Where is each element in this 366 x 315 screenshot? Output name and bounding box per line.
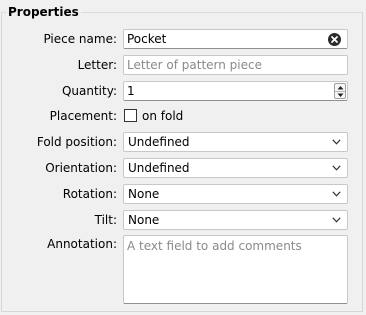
spin-up-button[interactable]	[335, 84, 345, 91]
piece-name-label: Piece name:	[43, 32, 117, 46]
properties-panel: Properties Piece name: Pocket Letter: Le…	[0, 0, 366, 315]
piece-name-input[interactable]: Pocket	[123, 29, 348, 49]
orientation-value: Undefined	[128, 161, 190, 175]
rotation-select[interactable]: None	[123, 184, 348, 204]
placement-label: Placement:	[49, 109, 117, 123]
tilt-value: None	[128, 213, 160, 227]
orientation-select[interactable]: Undefined	[123, 158, 348, 178]
tilt-select[interactable]: None	[123, 210, 348, 230]
fold-position-select[interactable]: Undefined	[123, 132, 348, 152]
tilt-label: Tilt:	[94, 213, 117, 227]
fold-position-row: Fold position: Undefined	[0, 131, 366, 153]
chevron-down-icon	[332, 191, 341, 197]
orientation-row: Orientation: Undefined	[0, 157, 366, 179]
fold-position-value: Undefined	[128, 135, 190, 149]
rotation-value: None	[128, 187, 160, 201]
clear-icon[interactable]	[328, 33, 341, 46]
fold-position-label: Fold position:	[36, 135, 117, 149]
on-fold-checkbox[interactable]	[124, 109, 137, 122]
on-fold-label[interactable]: on fold	[142, 105, 183, 127]
letter-row: Letter: Letter of pattern piece	[0, 54, 366, 76]
placement-row: Placement: on fold	[0, 105, 366, 127]
letter-input[interactable]: Letter of pattern piece	[123, 55, 348, 75]
tilt-row: Tilt: None	[0, 209, 366, 231]
piece-name-value: Pocket	[127, 32, 167, 46]
annotation-textarea[interactable]: A text field to add comments	[123, 235, 348, 304]
quantity-row: Quantity: 1	[0, 80, 366, 102]
rotation-label: Rotation:	[62, 187, 117, 201]
quantity-value: 1	[127, 84, 135, 98]
chevron-down-icon	[332, 217, 341, 223]
rotation-row: Rotation: None	[0, 183, 366, 205]
panel-title: Properties	[6, 4, 81, 20]
chevron-down-icon	[332, 165, 341, 171]
orientation-label: Orientation:	[45, 161, 117, 175]
quantity-spinbox[interactable]: 1	[123, 81, 348, 101]
chevron-down-icon	[332, 139, 341, 145]
letter-label: Letter:	[77, 58, 117, 72]
spin-down-button[interactable]	[335, 91, 345, 99]
annotation-placeholder: A text field to add comments	[127, 239, 302, 253]
piece-name-row: Piece name: Pocket	[0, 28, 366, 50]
quantity-stepper[interactable]	[334, 83, 346, 99]
quantity-label: Quantity:	[61, 84, 117, 98]
annotation-label: Annotation:	[47, 237, 117, 251]
letter-placeholder: Letter of pattern piece	[127, 58, 262, 72]
